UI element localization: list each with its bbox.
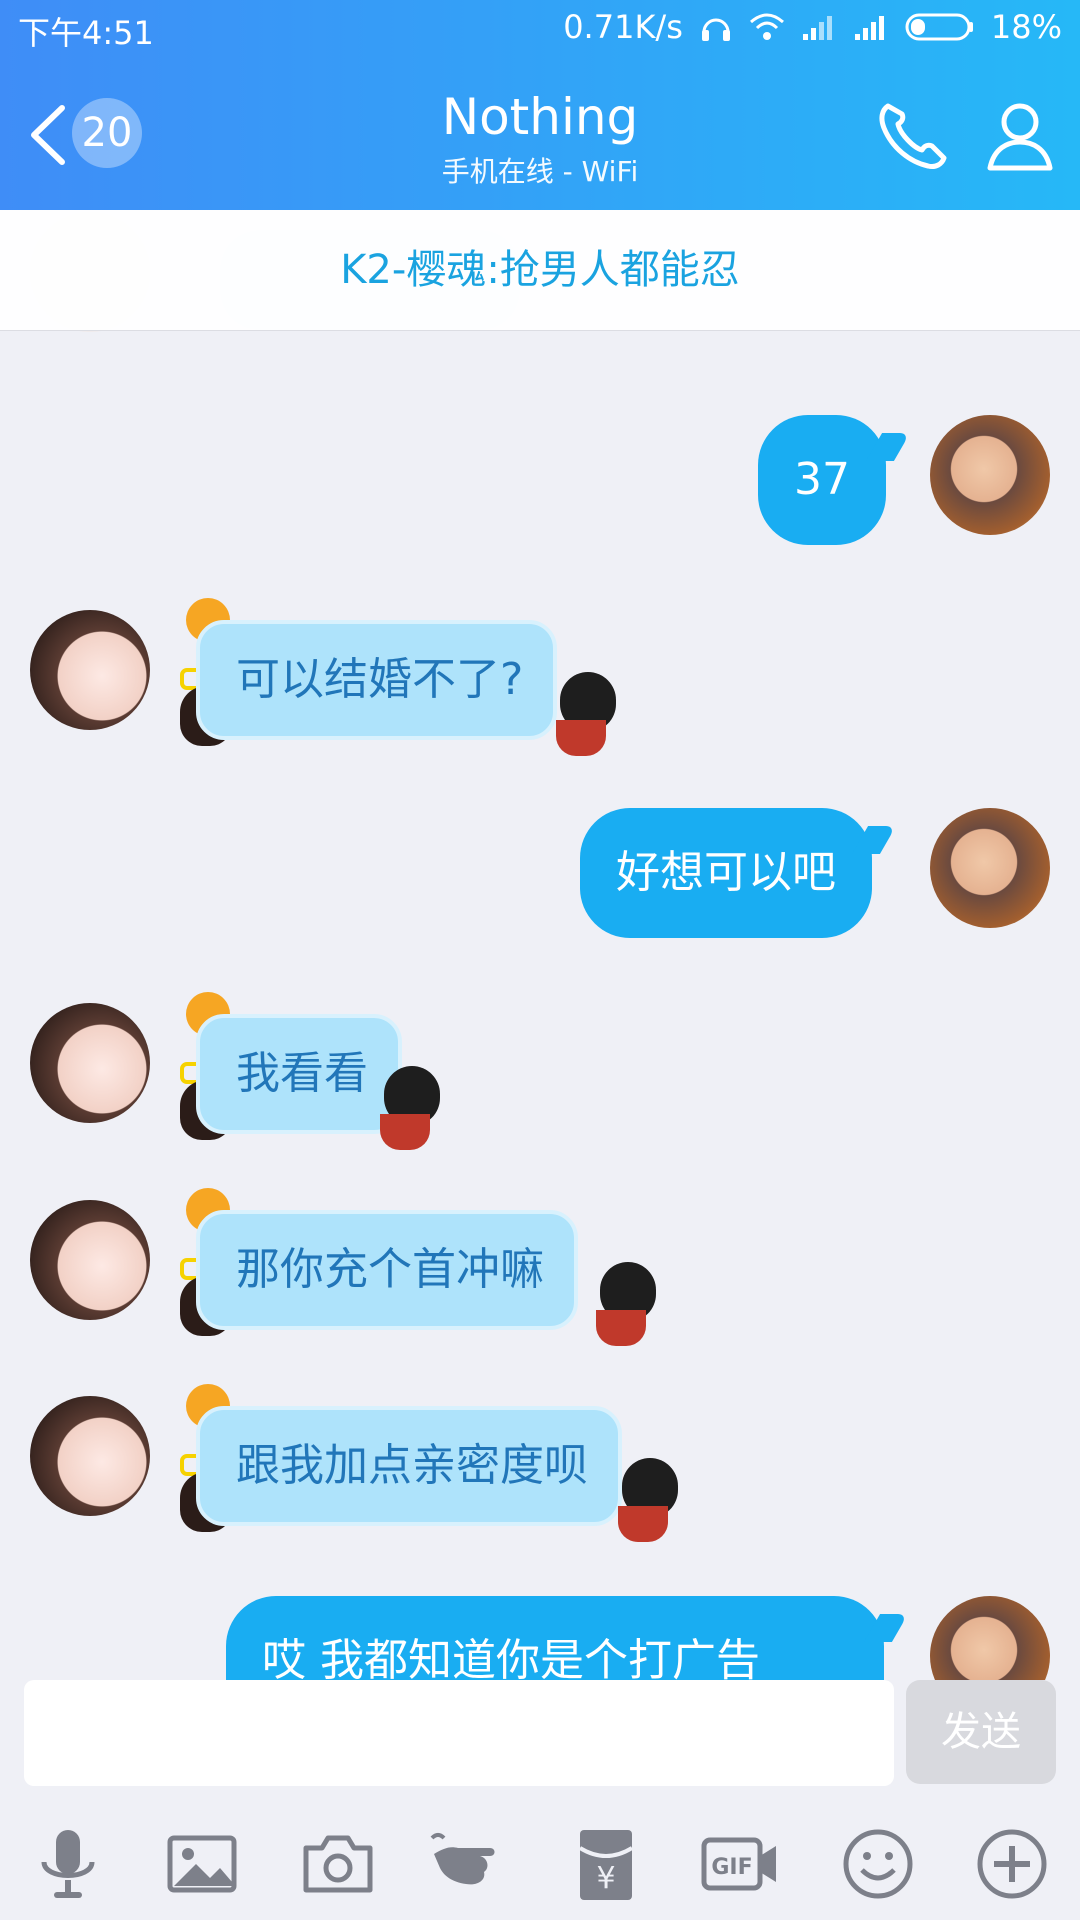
svg-text:GIF: GIF	[711, 1855, 752, 1880]
devil-cape-icon	[618, 1506, 668, 1542]
network-speed: 0.71K/s	[563, 8, 683, 46]
poke-icon[interactable]	[430, 1824, 510, 1904]
battery-icon	[905, 12, 975, 42]
my-avatar[interactable]	[930, 808, 1050, 928]
image-icon[interactable]	[162, 1824, 242, 1904]
input-bar: 发送	[0, 1680, 1080, 1790]
contact-avatar[interactable]	[30, 1396, 150, 1516]
message-bubble-received[interactable]: 那你充个首冲嘛	[196, 1210, 578, 1330]
svg-text:¥: ¥	[596, 1861, 615, 1896]
message-bubble-received[interactable]: 跟我加点亲密度呗	[196, 1406, 622, 1526]
message-bubble-sent[interactable]: 37	[758, 415, 886, 545]
message-bubble-sent[interactable]: 哎 我都知道你是个打广告	[226, 1596, 884, 1680]
devil-cape-icon	[556, 720, 606, 756]
send-button[interactable]: 发送	[906, 1680, 1056, 1784]
camera-icon[interactable]	[298, 1824, 378, 1904]
message-bubble-received[interactable]: 可以结婚不了?	[196, 620, 558, 740]
status-bar: 下午4:51 0.71K/s 18%	[0, 0, 1080, 62]
message-bubble-received[interactable]: 我看看	[196, 1014, 402, 1134]
signal-icon-2	[853, 12, 889, 42]
headphones-icon	[699, 10, 733, 44]
status-time: 下午4:51	[18, 14, 154, 52]
status-icons: 0.71K/s 18%	[563, 8, 1062, 46]
contact-avatar[interactable]	[30, 1003, 150, 1123]
group-announcement-banner[interactable]: K2-樱魂:抢男人都能忍	[0, 210, 1080, 331]
devil-cape-icon	[596, 1310, 646, 1346]
phone-call-button[interactable]	[870, 96, 950, 176]
contact-profile-button[interactable]	[980, 96, 1060, 176]
message-list[interactable]: 37 可以结婚不了? 好想可以吧 我看看 那你充个首冲嘛 跟我加点亲密度呗 哎 …	[0, 330, 1080, 1680]
contact-avatar[interactable]	[30, 1200, 150, 1320]
microphone-icon[interactable]	[28, 1824, 108, 1904]
bottom-toolbar: ¥ GIF	[0, 1800, 1080, 1920]
my-avatar[interactable]	[930, 1596, 1050, 1680]
battery-percent: 18%	[990, 8, 1062, 46]
my-avatar[interactable]	[930, 415, 1050, 535]
plus-icon[interactable]	[972, 1824, 1052, 1904]
signal-icon-1	[801, 12, 837, 42]
message-bubble-sent[interactable]: 好想可以吧	[580, 808, 872, 938]
emoji-icon[interactable]	[838, 1824, 918, 1904]
wifi-icon	[749, 12, 785, 42]
chat-header: 下午4:51 0.71K/s 18% 20 Nothing 手机在线 - WiF…	[0, 0, 1080, 210]
gif-icon[interactable]: GIF	[700, 1824, 780, 1904]
message-input[interactable]	[24, 1680, 894, 1786]
devil-cape-icon	[380, 1114, 430, 1150]
red-packet-icon[interactable]: ¥	[566, 1824, 646, 1904]
contact-avatar[interactable]	[30, 610, 150, 730]
